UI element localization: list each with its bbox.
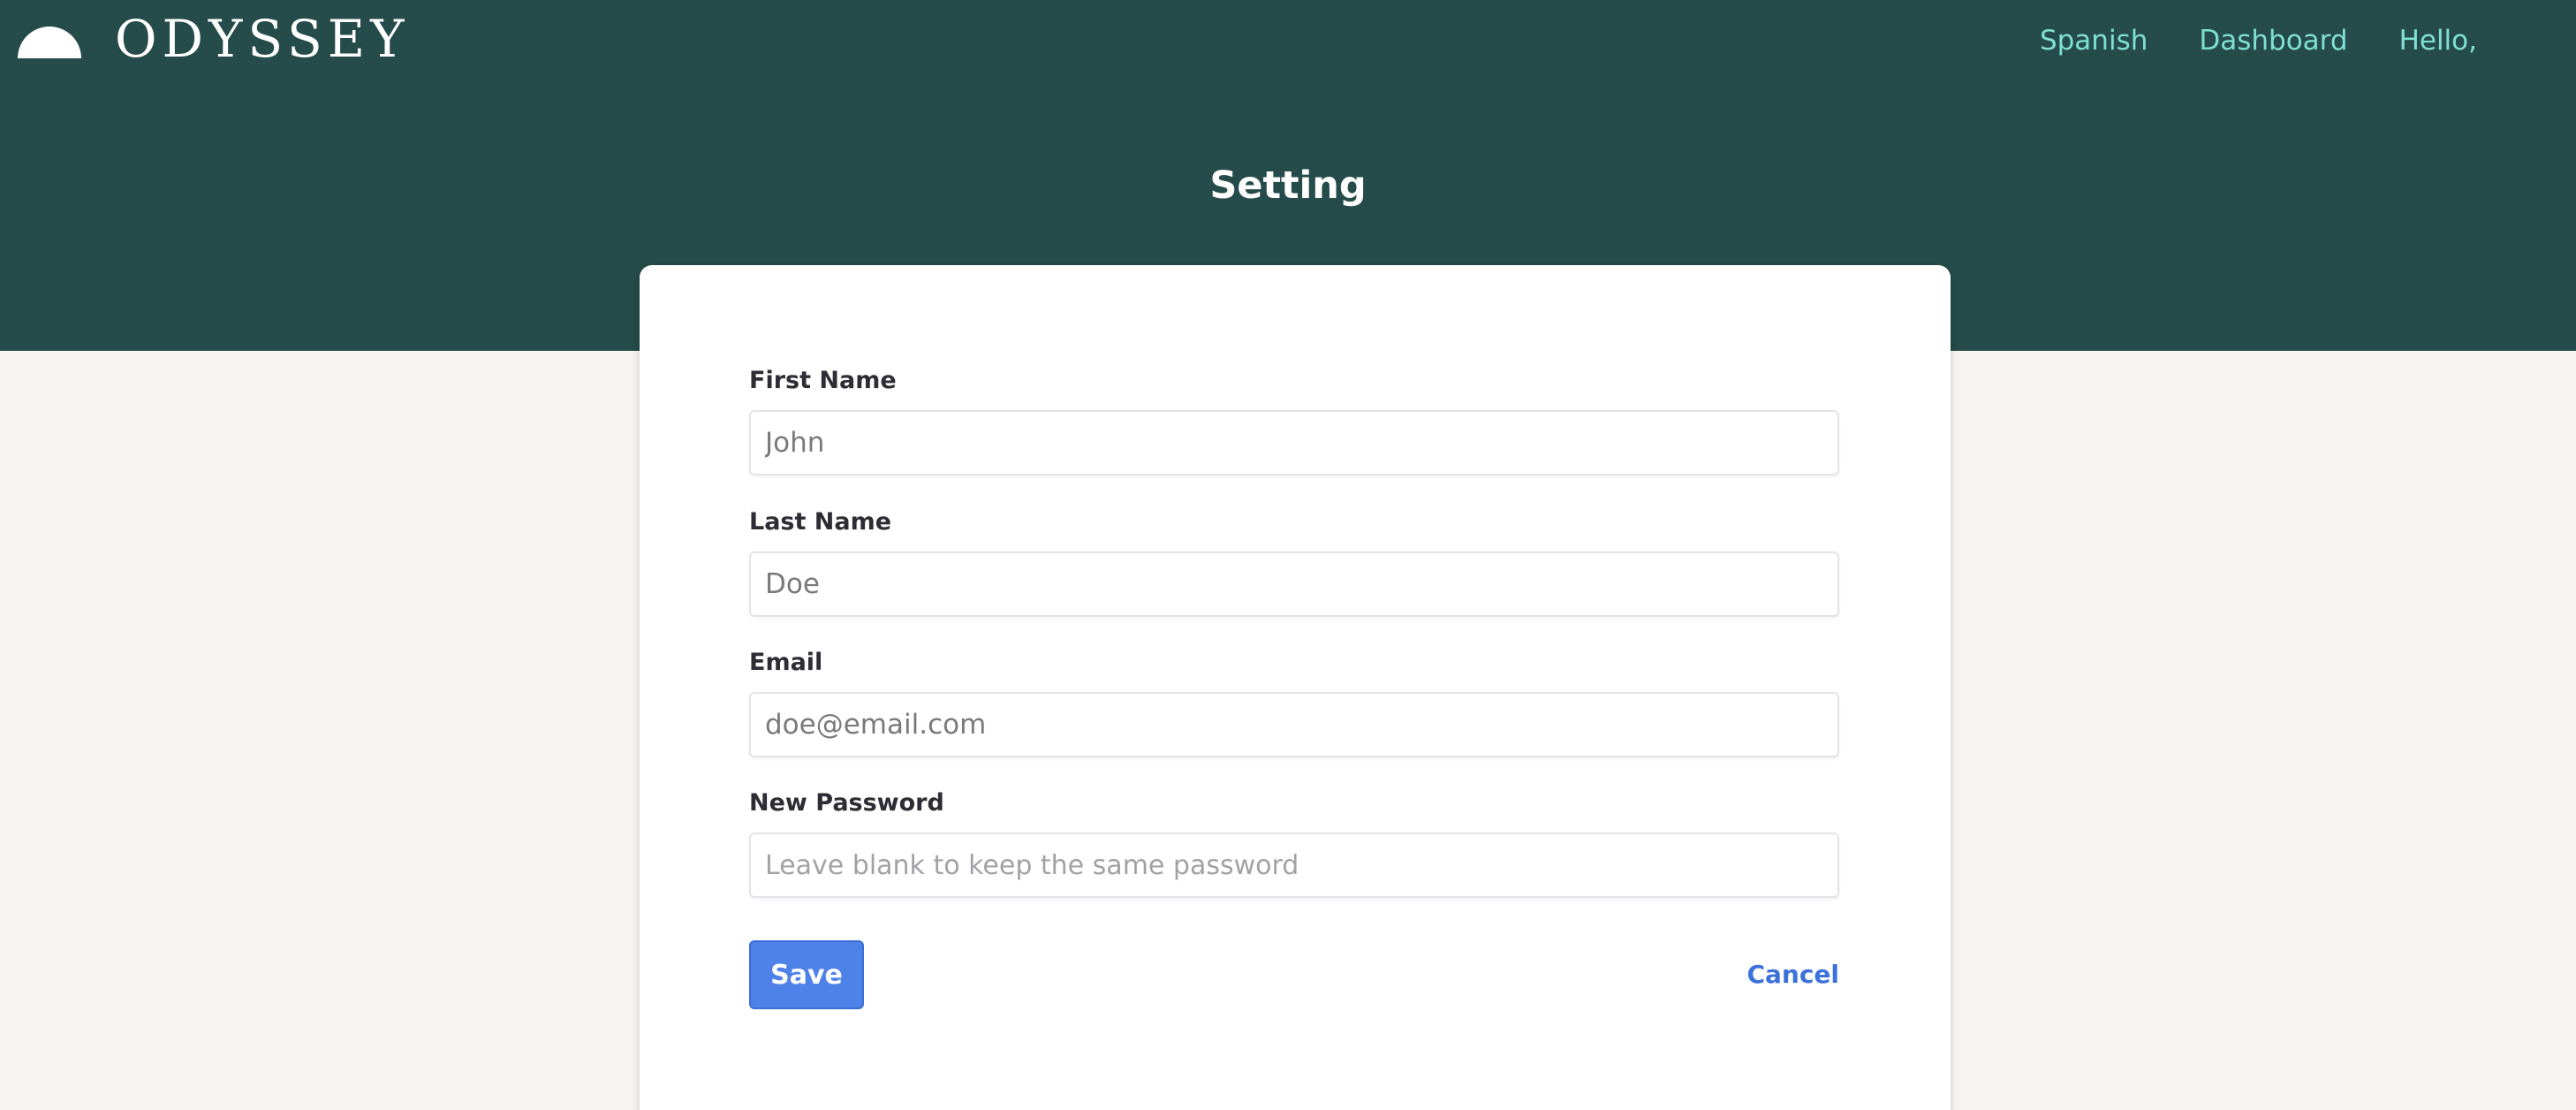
save-button[interactable]: Save	[749, 940, 864, 1009]
new-password-label: New Password	[749, 789, 944, 817]
settings-form-card: First Name Last Name Email New Password …	[640, 265, 1951, 1110]
new-password-input[interactable]	[749, 832, 1839, 898]
top-nav: Spanish Dashboard Hello,	[1989, 19, 2477, 62]
last-name-input[interactable]	[749, 551, 1839, 617]
first-name-label: First Name	[749, 367, 897, 394]
cancel-link[interactable]: Cancel	[1746, 958, 1839, 992]
last-name-label: Last Name	[749, 508, 892, 536]
nav-link-dashboard[interactable]: Dashboard	[2199, 19, 2347, 62]
logo-link[interactable]: ODYSSEY	[18, 9, 410, 69]
first-name-input[interactable]	[749, 410, 1839, 475]
email-input[interactable]	[749, 692, 1839, 757]
nav-link-language[interactable]: Spanish	[2040, 19, 2148, 62]
page-title: Setting	[1209, 163, 1367, 208]
email-label: Email	[749, 649, 823, 676]
settings-page: ODYSSEY Spanish Dashboard Hello, Setting…	[0, 0, 2576, 1110]
brand-name: ODYSSEY	[115, 9, 410, 69]
half-sun-icon	[18, 27, 81, 58]
nav-link-user-greeting[interactable]: Hello,	[2399, 19, 2477, 62]
